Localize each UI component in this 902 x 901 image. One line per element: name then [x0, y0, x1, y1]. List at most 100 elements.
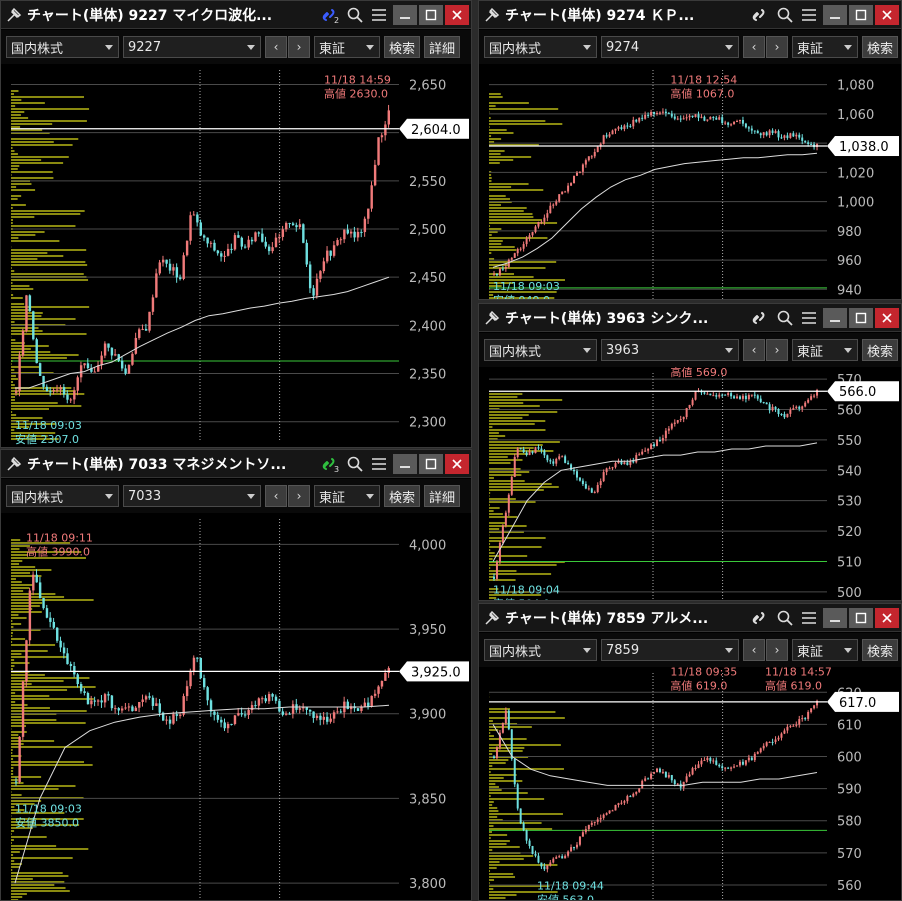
- link-icon[interactable]: 22: [319, 5, 343, 25]
- link-icon[interactable]: [749, 308, 773, 328]
- window-title: チャート(単体) 9227 マイクロ波化...: [27, 7, 273, 24]
- detail-button[interactable]: 詳細: [424, 485, 461, 507]
- prev-button[interactable]: ‹: [743, 36, 765, 58]
- prev-button[interactable]: ‹: [743, 339, 765, 361]
- code-input[interactable]: 3963: [601, 339, 739, 361]
- candle: [750, 394, 753, 396]
- volume-profile-bar: [11, 174, 12, 176]
- next-button[interactable]: ›: [766, 36, 788, 58]
- search-button[interactable]: 検索: [862, 339, 899, 361]
- prev-button[interactable]: ‹: [265, 36, 287, 58]
- minimize-button[interactable]: [393, 4, 417, 25]
- search-button[interactable]: 検索: [384, 485, 421, 507]
- exchange-select[interactable]: 東証: [792, 639, 858, 661]
- close-button[interactable]: [875, 307, 899, 328]
- exchange-select[interactable]: 東証: [792, 36, 858, 58]
- exchange-select[interactable]: 東証: [314, 36, 380, 58]
- candle: [103, 343, 107, 356]
- exchange-select[interactable]: 東証: [792, 339, 858, 361]
- prev-button[interactable]: ‹: [743, 639, 765, 661]
- link-icon[interactable]: [749, 608, 773, 628]
- menu-icon[interactable]: [367, 454, 391, 474]
- volume-profile-bar: [489, 219, 542, 221]
- next-button[interactable]: ›: [766, 639, 788, 661]
- volume-profile-bar: [489, 126, 490, 128]
- pin-icon[interactable]: [5, 6, 23, 24]
- prev-button[interactable]: ‹: [265, 485, 287, 507]
- market-select[interactable]: 国内株式: [6, 485, 119, 507]
- link-icon[interactable]: 33: [319, 454, 343, 474]
- maximize-button[interactable]: [849, 607, 873, 628]
- minimize-button[interactable]: [823, 307, 847, 328]
- search-icon[interactable]: [773, 608, 797, 628]
- pin-icon[interactable]: [483, 609, 501, 627]
- price-chart[interactable]: 9409609801,0001,0201,0401,0601,0801,038.…: [479, 64, 902, 300]
- maximize-button[interactable]: [849, 4, 873, 25]
- market-select[interactable]: 国内株式: [484, 639, 597, 661]
- close-button[interactable]: [875, 4, 899, 25]
- search-button[interactable]: 検索: [384, 36, 421, 58]
- candle: [747, 127, 750, 129]
- price-chart[interactable]: 500510520530540550560570566.011/18 13:46…: [479, 367, 902, 601]
- candle: [373, 164, 377, 186]
- volume-profile-bar: [11, 306, 90, 308]
- code-input[interactable]: 9274: [601, 36, 739, 58]
- y-tick-label: 960: [837, 254, 862, 269]
- candle: [15, 391, 18, 393]
- minimize-button[interactable]: [393, 453, 417, 474]
- pin-icon[interactable]: [483, 309, 501, 327]
- search-icon[interactable]: [343, 5, 367, 25]
- candle: [552, 461, 555, 464]
- search-icon[interactable]: [773, 5, 797, 25]
- exchange-select[interactable]: 東証: [314, 485, 380, 507]
- close-button[interactable]: [445, 4, 469, 25]
- maximize-button[interactable]: [419, 4, 443, 25]
- candle: [315, 715, 319, 718]
- search-button[interactable]: 検索: [862, 36, 899, 58]
- close-button[interactable]: [445, 453, 469, 474]
- candle: [741, 395, 744, 399]
- volume-profile-bar: [11, 249, 87, 251]
- next-button[interactable]: ›: [288, 36, 310, 58]
- menu-icon[interactable]: [797, 5, 821, 25]
- pin-icon[interactable]: [5, 455, 23, 473]
- next-button[interactable]: ›: [288, 485, 310, 507]
- volume-profile-bar: [489, 813, 563, 815]
- menu-icon[interactable]: [367, 5, 391, 25]
- code-input[interactable]: 7859: [601, 639, 739, 661]
- next-button[interactable]: ›: [766, 339, 788, 361]
- candle: [522, 244, 525, 249]
- minimize-button[interactable]: [823, 4, 847, 25]
- code-input[interactable]: 7033: [123, 485, 261, 507]
- volume-profile-bar: [489, 414, 529, 416]
- candle: [756, 130, 759, 134]
- menu-icon[interactable]: [797, 608, 821, 628]
- search-button[interactable]: 検索: [862, 639, 899, 661]
- menu-icon[interactable]: [797, 308, 821, 328]
- code-input-value: 9227: [128, 39, 162, 55]
- maximize-button[interactable]: [849, 307, 873, 328]
- minimize-button[interactable]: [823, 607, 847, 628]
- price-chart[interactable]: 3,800 3,850 3,900 3,950 4,000 3,925.0 11/18 09…: [1, 513, 472, 901]
- close-button[interactable]: [875, 607, 899, 628]
- pin-icon[interactable]: [483, 6, 501, 24]
- price-chart[interactable]: 2,3002,3502,4002,4502,5002,5502,6002,650…: [1, 64, 472, 448]
- search-icon[interactable]: [773, 308, 797, 328]
- search-icon[interactable]: [343, 454, 367, 474]
- volume-profile-bar: [11, 548, 20, 550]
- maximize-button[interactable]: [419, 453, 443, 474]
- market-select[interactable]: 国内株式: [484, 36, 597, 58]
- detail-button[interactable]: 詳細: [424, 36, 461, 58]
- low-price-label: 11/18 09:44: [537, 879, 604, 892]
- market-select[interactable]: 国内株式: [6, 36, 119, 58]
- price-chart[interactable]: 560570580590600610620617.011/18 09:35高値 …: [479, 667, 902, 901]
- volume-profile-bar: [11, 626, 14, 628]
- candle: [783, 414, 786, 418]
- link-icon[interactable]: [749, 5, 773, 25]
- candle: [644, 450, 647, 452]
- volume-profile-bar: [489, 237, 548, 239]
- market-select[interactable]: 国内株式: [484, 339, 597, 361]
- candle: [138, 701, 141, 708]
- volume-profile-bar: [11, 351, 51, 353]
- code-input[interactable]: 9227: [123, 36, 261, 58]
